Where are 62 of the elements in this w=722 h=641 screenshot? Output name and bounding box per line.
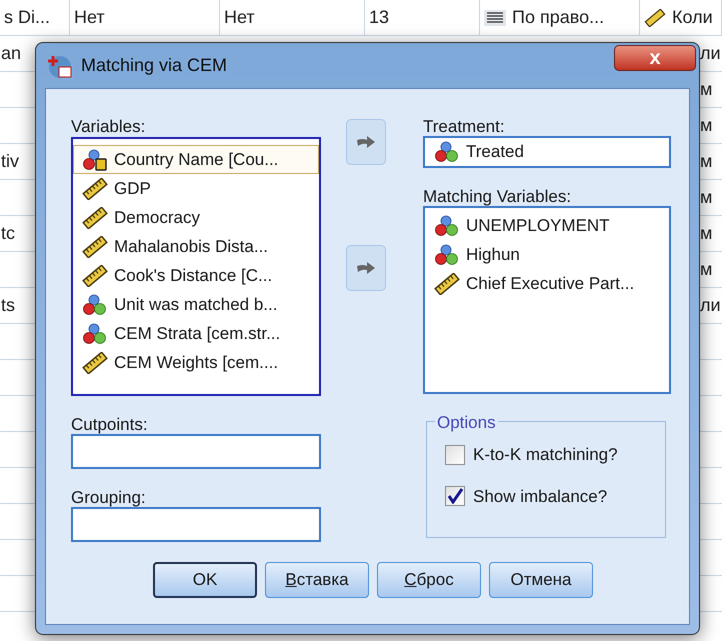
sheet-cell-text: м xyxy=(700,258,714,281)
check-icon xyxy=(447,488,463,504)
checkbox-label: Show imbalance? xyxy=(473,486,608,508)
variables-label: Variables: xyxy=(71,116,146,136)
balls-icon xyxy=(434,141,460,163)
sheet-cell-text: Нет xyxy=(224,6,255,29)
variable-item[interactable]: Cook's Distance [C... xyxy=(73,261,319,290)
variables-list[interactable]: Country Name [Cou... GDP Democracy Mahalanobis Dista... Cook's Distance [C... Unit was matched b... CEM Strata [cem.str... CEM Weights [cem.... xyxy=(71,137,321,396)
treatment-label: Treatment: xyxy=(423,116,506,136)
variable-item[interactable]: CEM Strata [cem.str... xyxy=(73,319,319,348)
arrow-icon xyxy=(355,260,377,276)
checkbox-label: K-to-K matchining? xyxy=(473,444,618,466)
variable-item[interactable]: Unit was matched b... xyxy=(73,290,319,319)
move-arrow-button[interactable] xyxy=(346,119,386,165)
balls-icon xyxy=(82,294,108,316)
variable-item[interactable]: Treated xyxy=(425,138,527,166)
balls-icon xyxy=(434,244,460,266)
sheet-cell-text: an xyxy=(0,42,22,65)
balls-icon xyxy=(434,214,460,236)
cutpoints-field[interactable] xyxy=(71,434,321,469)
grouping-label: Grouping: xyxy=(71,487,147,507)
sheet-cell-text: Коли xyxy=(672,6,713,29)
checkbox[interactable] xyxy=(445,444,465,465)
sheet-cell-text: ли xyxy=(700,294,722,317)
matching-variables-label: Matching Variables: xyxy=(423,186,572,206)
variable-item[interactable]: Country Name [Cou... xyxy=(73,145,319,174)
sheet-cell-text: м xyxy=(700,222,714,245)
dialog-button[interactable]: Сброс xyxy=(377,562,481,598)
variable-item[interactable]: Chief Executive Part... xyxy=(425,269,669,298)
cutpoints-label: Cutpoints: xyxy=(71,414,149,434)
variable-item[interactable]: GDP xyxy=(73,174,319,203)
dialog-button[interactable]: Отмена xyxy=(489,562,593,598)
close-button[interactable]: x xyxy=(614,45,696,71)
grouping-field[interactable] xyxy=(71,507,321,542)
sheet-cell-text: 13 xyxy=(369,6,390,29)
matching-variables-list[interactable]: UNEMPLOYMENT Highun Chief Executive Part... xyxy=(423,206,671,394)
treatment-field[interactable]: Treated xyxy=(423,136,671,168)
balls-icon xyxy=(82,322,108,344)
sheet-cell-text: По право... xyxy=(512,6,604,29)
sheet-cell-text: tc xyxy=(0,222,16,245)
string-variable-icon xyxy=(82,148,108,170)
arrow-icon xyxy=(355,134,377,150)
sheet-cell-text: м xyxy=(700,186,714,209)
dialog-button[interactable]: OK xyxy=(153,562,257,598)
dialog-button[interactable]: Вставка xyxy=(265,562,369,598)
sheet-cell-text: м xyxy=(700,150,714,173)
move-arrow-button[interactable] xyxy=(346,245,386,291)
sheet-cell-text: tiv xyxy=(0,150,19,173)
sheet-cell-text: Нет xyxy=(74,6,105,29)
sheet-cell-text: м xyxy=(700,78,714,101)
variable-item[interactable]: Highun xyxy=(425,240,669,269)
sheet-cell-text: ts xyxy=(0,294,16,317)
variable-item[interactable]: Mahalanobis Dista... xyxy=(73,232,319,261)
window-title: Matching via CEM xyxy=(81,54,228,77)
sheet-cell-text: м xyxy=(700,114,714,137)
variable-item[interactable]: CEM Weights [cem.... xyxy=(73,348,319,377)
variable-item[interactable]: UNEMPLOYMENT xyxy=(425,211,669,240)
sheet-cell-text: s Di... xyxy=(4,6,50,29)
checkbox[interactable] xyxy=(445,486,465,506)
lines-icon xyxy=(484,10,506,26)
variable-item[interactable]: Democracy xyxy=(73,203,319,232)
sheet-cell-text: ли xyxy=(700,42,722,65)
